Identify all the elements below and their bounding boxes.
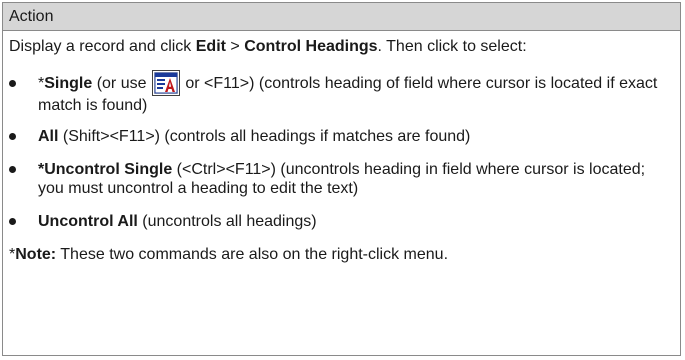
intro-text-after: . Then click to select: xyxy=(377,38,527,55)
intro-text-before: Display a record and click xyxy=(9,38,196,55)
list-item-uncontrol-all: Uncontrol All (uncontrols all headings) xyxy=(9,212,672,231)
list-item-uncontrol-single: *Uncontrol Single (<Ctrl><F11>) (uncontr… xyxy=(9,160,672,198)
menu-path-control-headings: Control Headings xyxy=(244,38,378,55)
item-text: (Shift><F11>) (controls all headings if … xyxy=(58,128,471,145)
control-heading-toolbar-icon xyxy=(151,70,180,96)
bullet-icon xyxy=(9,133,16,140)
item-text: (uncontrols all headings) xyxy=(137,213,317,230)
note-body: These two commands are also on the right… xyxy=(56,246,449,263)
list-item-all: All (Shift><F11>) (controls all headings… xyxy=(9,127,672,146)
item-command-single: Single xyxy=(44,75,93,92)
bullet-icon xyxy=(9,166,16,173)
header-title: Action xyxy=(9,7,54,25)
item-command-uncontrol-single: *Uncontrol Single xyxy=(38,161,173,178)
item-command-all: All xyxy=(38,128,59,145)
table-header: Action xyxy=(3,3,680,31)
table-body-cell: Display a record and click Edit > Contro… xyxy=(3,31,680,264)
action-table: Action Display a record and click Edit >… xyxy=(2,2,681,356)
list-item-single: *Single (or use or <F11>) (controls head… xyxy=(9,70,672,115)
note-label: Note: xyxy=(15,246,57,263)
menu-path-separator: > xyxy=(225,38,245,55)
item-command-uncontrol-all: Uncontrol All xyxy=(38,213,138,230)
bullet-icon xyxy=(9,218,16,225)
intro-text: Display a record and click Edit > Contro… xyxy=(9,37,672,56)
menu-path-edit: Edit xyxy=(195,38,226,55)
item-text-a: (or use xyxy=(92,75,151,92)
note-text: *Note: These two commands are also on th… xyxy=(9,245,672,264)
bullet-icon xyxy=(9,80,16,87)
